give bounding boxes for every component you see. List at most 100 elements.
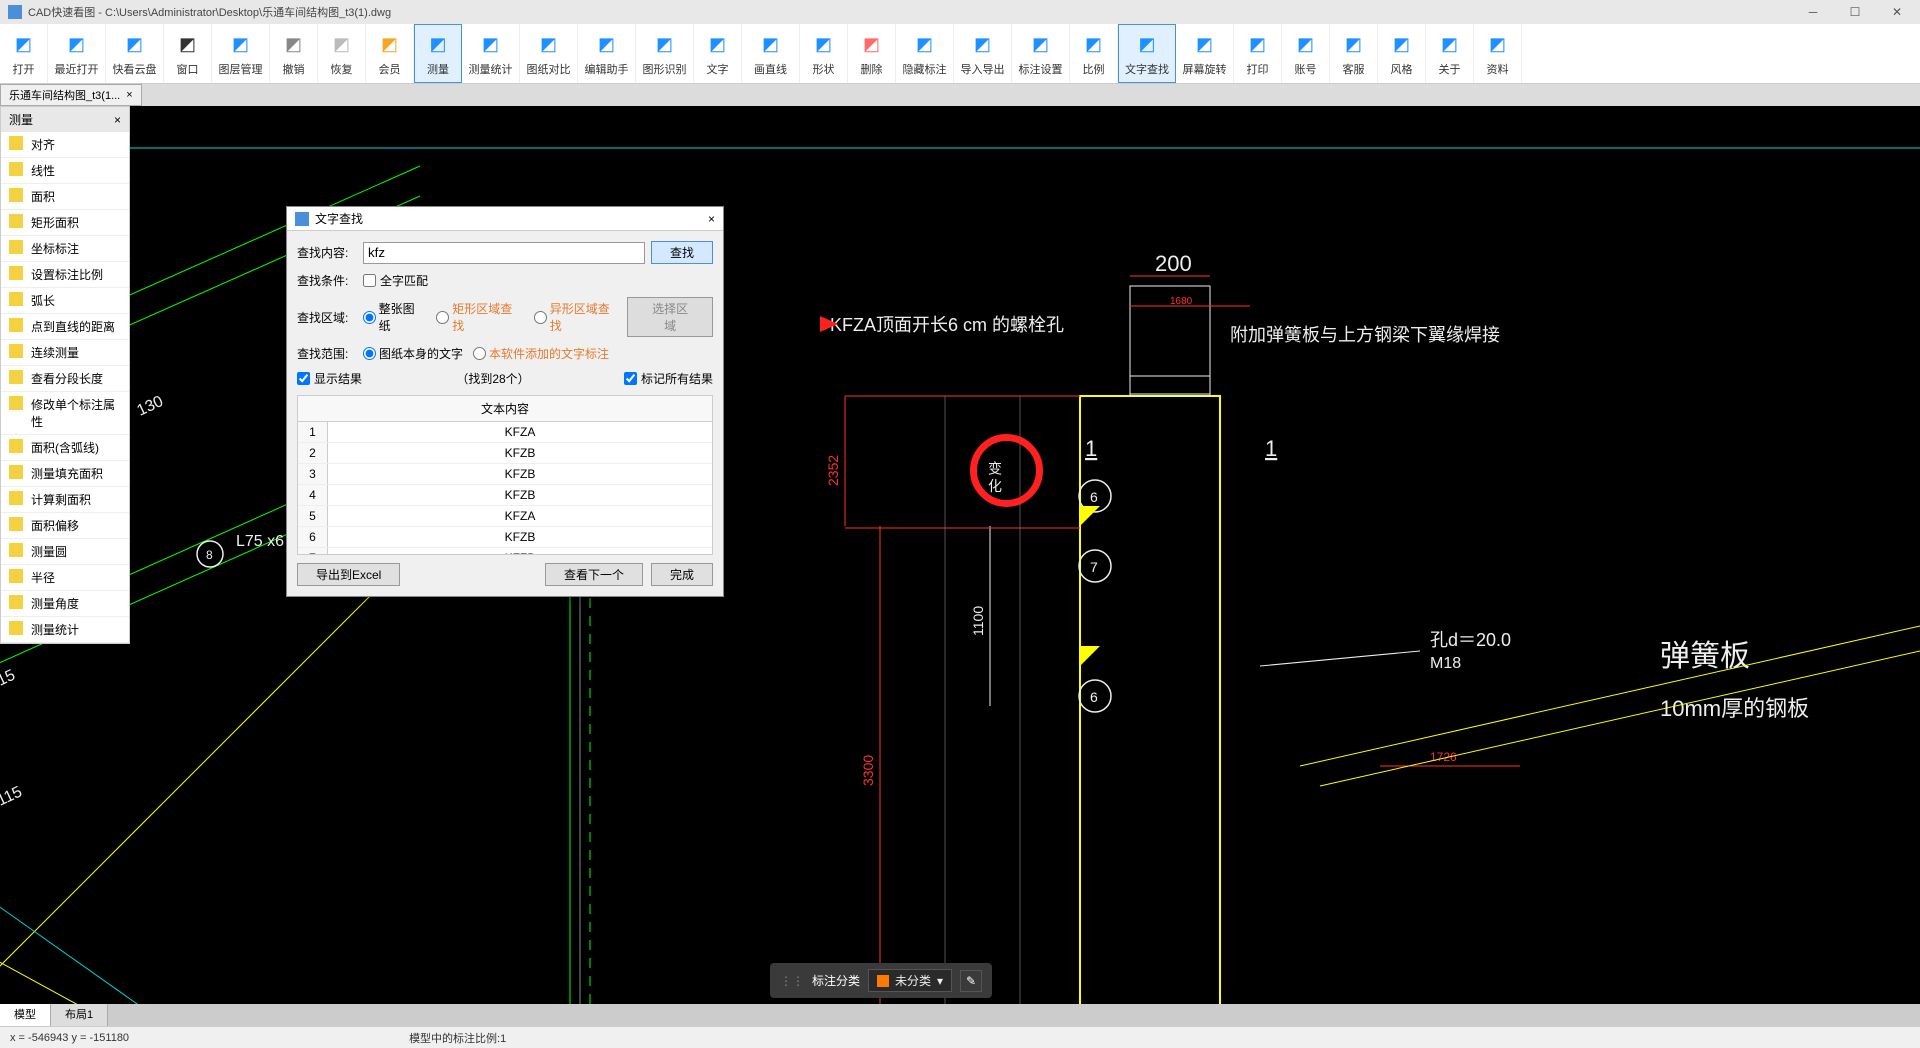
close-icon[interactable]: ×	[708, 212, 715, 226]
sidebar-item-连续测量[interactable]: 连续测量	[1, 340, 129, 366]
sidebar-item-点到直线的距离[interactable]: 点到直线的距离	[1, 314, 129, 340]
toolbar-测量[interactable]: ◩测量	[414, 24, 462, 83]
tab-model[interactable]: 模型	[0, 1004, 51, 1026]
circle-6a: 6	[1090, 489, 1098, 505]
toolbar-删除[interactable]: ◩删除	[848, 24, 896, 83]
toolbar-label: 标注设置	[1019, 61, 1063, 77]
sidebar-item-半径[interactable]: 半径	[1, 565, 129, 591]
toolbar-恢复[interactable]: ◩恢复	[318, 24, 366, 83]
toolbar-形状[interactable]: ◩形状	[800, 24, 848, 83]
toolbar-编辑助手[interactable]: ◩编辑助手	[578, 24, 636, 83]
minimize-button[interactable]: ─	[1798, 2, 1828, 22]
toolbar-标注设置[interactable]: ◩标注设置	[1012, 24, 1070, 83]
sidebar-item-矩形面积[interactable]: 矩形面积	[1, 210, 129, 236]
sidebar-item-坐标标注[interactable]: 坐标标注	[1, 236, 129, 262]
table-row[interactable]: 4KFZB	[298, 485, 712, 506]
toolbar-文字[interactable]: ◩文字	[694, 24, 742, 83]
row-value: KFZA	[328, 422, 712, 442]
sidebar-item-查看分段长度[interactable]: 查看分段长度	[1, 366, 129, 392]
checkbox-show-result[interactable]: 显示结果	[297, 370, 362, 387]
toolbar-文字查找[interactable]: ◩文字查找	[1118, 24, 1176, 83]
radio-dwg-text[interactable]: 图纸本身的文字	[363, 345, 463, 362]
sidebar-item-测量填充面积[interactable]: 测量填充面积	[1, 461, 129, 487]
sidebar-item-面积(含弧线)[interactable]: 面积(含弧线)	[1, 435, 129, 461]
maximize-button[interactable]: ☐	[1840, 2, 1870, 22]
sidebar-item-对齐[interactable]: 对齐	[1, 132, 129, 158]
dim-1100: 1100	[970, 606, 986, 636]
toolbar-label: 打印	[1247, 61, 1269, 77]
sidebar-item-测量圆[interactable]: 测量圆	[1, 539, 129, 565]
radio-software-text[interactable]: 本软件添加的文字标注	[473, 345, 609, 362]
radio-whole-drawing[interactable]: 整张图纸	[363, 300, 427, 334]
toolbar-画直线[interactable]: ◩画直线	[742, 24, 800, 83]
sidebar-item-弧长[interactable]: 弧长	[1, 288, 129, 314]
select-region-button[interactable]: 选择区域	[627, 297, 713, 337]
row-number: 3	[298, 464, 328, 484]
toolbar-label: 文字	[707, 61, 729, 77]
toolbar-关于[interactable]: ◩关于	[1426, 24, 1474, 83]
radio-irregular-region[interactable]: 异形区域查找	[534, 300, 621, 334]
恢复-icon: ◩	[328, 31, 356, 59]
table-row[interactable]: 1KFZA	[298, 422, 712, 443]
view-next-button[interactable]: 查看下一个	[545, 563, 643, 586]
toolbar-资料[interactable]: ◩资料	[1474, 24, 1522, 83]
toolbar-图形识别[interactable]: ◩图形识别	[636, 24, 694, 83]
toolbar-图层管理[interactable]: ◩图层管理	[212, 24, 270, 83]
radio-rect-region[interactable]: 矩形区域查找	[436, 300, 523, 334]
toolbar-比例[interactable]: ◩比例	[1070, 24, 1118, 83]
sidebar-item-修改单个标注属性[interactable]: 修改单个标注属性	[1, 392, 129, 435]
find-input[interactable]	[363, 242, 645, 264]
toolbar-隐藏标注[interactable]: ◩隐藏标注	[896, 24, 954, 83]
toolbar-图纸对比[interactable]: ◩图纸对比	[520, 24, 578, 83]
toolbar-风格[interactable]: ◩风格	[1378, 24, 1426, 83]
toolbar-测量统计[interactable]: ◩测量统计	[462, 24, 520, 83]
sidebar-item-设置标注比例[interactable]: 设置标注比例	[1, 262, 129, 288]
annotation-class-pill[interactable]: ⋮⋮ 标注分类 未分类 ▾ ✎	[770, 963, 992, 998]
toolbar-快看云盘[interactable]: ◩快看云盘	[106, 24, 164, 83]
sidebar-item-面积偏移[interactable]: 面积偏移	[1, 513, 129, 539]
sidebar-item-计算剩面积[interactable]: 计算剩面积	[1, 487, 129, 513]
dialog-title-bar[interactable]: 文字查找 ×	[287, 207, 723, 231]
export-excel-button[interactable]: 导出到Excel	[297, 563, 400, 586]
find-button[interactable]: 查找	[651, 241, 713, 264]
toolbar-账号[interactable]: ◩账号	[1282, 24, 1330, 83]
toolbar-最近打开[interactable]: ◩最近打开	[48, 24, 106, 83]
sidebar-item-线性[interactable]: 线性	[1, 158, 129, 184]
toolbar-打开[interactable]: ◩打开	[0, 24, 48, 83]
table-row[interactable]: 5KFZA	[298, 506, 712, 527]
toolbar-屏幕旋转[interactable]: ◩屏幕旋转	[1176, 24, 1234, 83]
done-button[interactable]: 完成	[651, 563, 713, 586]
table-row[interactable]: 2KFZB	[298, 443, 712, 464]
doc-tab[interactable]: 乐通车间结构图_t3(1... ×	[0, 84, 142, 106]
toolbar-打印[interactable]: ◩打印	[1234, 24, 1282, 83]
tab-layout1[interactable]: 布局1	[51, 1004, 108, 1026]
class-dropdown[interactable]: 未分类 ▾	[868, 969, 952, 992]
toolbar-客服[interactable]: ◩客服	[1330, 24, 1378, 83]
toolbar-label: 最近打开	[55, 61, 99, 77]
sidebar-item-测量角度[interactable]: 测量角度	[1, 591, 129, 617]
n130: 130	[135, 393, 166, 420]
toolbar-会员[interactable]: ◩会员	[366, 24, 414, 83]
label-find-scope: 查找范围:	[297, 345, 357, 362]
dim-200: 200	[1155, 251, 1192, 276]
table-row[interactable]: 6KFZB	[298, 527, 712, 548]
toolbar-窗口[interactable]: ◩窗口	[164, 24, 212, 83]
toolbar-label: 客服	[1343, 61, 1365, 77]
row-number: 6	[298, 527, 328, 547]
table-row[interactable]: 7KFZB	[298, 548, 712, 554]
close-button[interactable]: ✕	[1882, 2, 1912, 22]
toolbar-导入导出[interactable]: ◩导入导出	[954, 24, 1012, 83]
row-number: 7	[298, 548, 328, 554]
sidebar-item-面积[interactable]: 面积	[1, 184, 129, 210]
checkbox-mark-all[interactable]: 标记所有结果	[624, 370, 713, 387]
close-icon[interactable]: ×	[114, 113, 121, 127]
checkbox-fullmatch[interactable]: 全字匹配	[363, 272, 428, 289]
toolbar-label: 资料	[1487, 61, 1509, 77]
edit-icon[interactable]: ✎	[960, 970, 982, 992]
toolbar-撤销[interactable]: ◩撤销	[270, 24, 318, 83]
table-row[interactable]: 3KFZB	[298, 464, 712, 485]
one-b: 1	[1265, 436, 1277, 461]
close-icon[interactable]: ×	[126, 89, 132, 101]
grip-icon[interactable]: ⋮⋮	[780, 974, 804, 988]
sidebar-item-测量统计[interactable]: 测量统计	[1, 617, 129, 643]
